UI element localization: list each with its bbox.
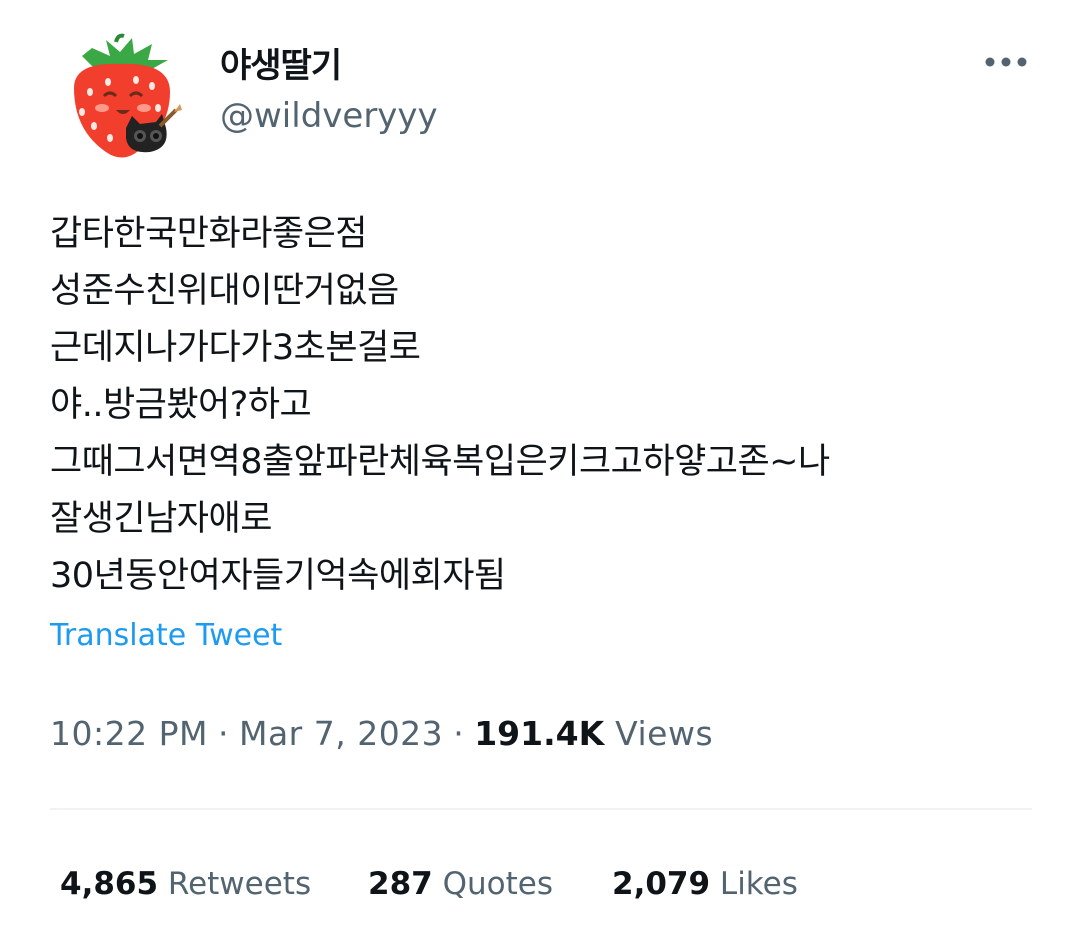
avatar[interactable] [52, 30, 188, 166]
more-button[interactable] [980, 42, 1032, 82]
likes-count: 2,079 [612, 866, 711, 902]
retweets-stat[interactable]: 4,865 Retweets [60, 866, 311, 902]
quotes-stat[interactable]: 287 Quotes [368, 866, 553, 902]
tweet-text-line: 갑타한국만화라좋은점 [50, 214, 368, 254]
quotes-label: Quotes [442, 866, 553, 902]
tweet-text-line: 야..방금봤어?하고 [50, 385, 312, 425]
user-handle[interactable]: @wildveryyy [220, 96, 438, 136]
tweet-meta: 10:22 PM · Mar 7, 2023 · 191.4K Views [50, 714, 713, 753]
tweet-text-line: 그때그서면역8출앞파란체육복입은키크고하얗고존~나 [50, 442, 830, 482]
meta-separator: · [217, 714, 229, 753]
views-count: 191.4K [474, 714, 605, 753]
tweet-detail: 야생딸기 @wildveryyy 갑타한국만화라좋은점 성준수친위대이딴거없음 … [0, 0, 1080, 940]
display-name[interactable]: 야생딸기 [220, 38, 342, 87]
views-label: Views [615, 714, 714, 753]
retweets-label: Retweets [167, 866, 312, 902]
likes-label: Likes [719, 866, 798, 902]
tweet-text: 갑타한국만화라좋은점 성준수친위대이딴거없음 근데지나가다가3초본걸로 야..방… [50, 206, 1050, 605]
translate-tweet-link[interactable]: Translate Tweet [50, 618, 282, 653]
divider [50, 808, 1032, 810]
tweet-time[interactable]: 10:22 PM [50, 714, 208, 753]
more-horizontal-icon [985, 57, 1027, 67]
retweets-count: 4,865 [60, 866, 159, 902]
strawberry-character-icon [53, 31, 187, 165]
quotes-count: 287 [368, 866, 433, 902]
tweet-text-line: 성준수친위대이딴거없음 [50, 271, 399, 311]
tweet-text-line: 근데지나가다가3초본걸로 [50, 328, 421, 368]
tweet-text-line: 30년동안여자들기억속에회자됨 [50, 556, 506, 596]
meta-separator: · [453, 714, 465, 753]
likes-stat[interactable]: 2,079 Likes [612, 866, 798, 902]
tweet-text-line: 잘생긴남자애로 [50, 499, 272, 539]
tweet-date[interactable]: Mar 7, 2023 [239, 714, 443, 753]
